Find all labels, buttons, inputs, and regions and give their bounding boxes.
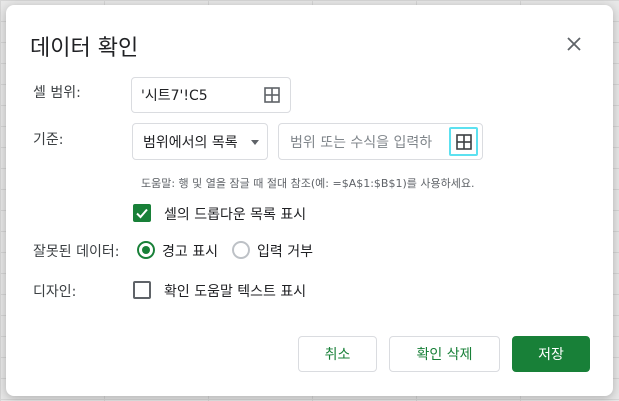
dialog-title: 데이터 확인 xyxy=(30,36,139,61)
radio-reject-input-label: 입력 거부 xyxy=(257,244,313,260)
cell-range-value: '시트7'!C5 xyxy=(141,88,208,104)
chevron-down-icon xyxy=(251,140,259,145)
criteria-formula-placeholder: 범위 또는 수식을 입력하 xyxy=(290,134,433,151)
grid-icon[interactable] xyxy=(263,86,281,104)
data-validation-dialog: 데이터 확인 셀 범위: '시트7'!C5 기준: 범위에서의 목록 범위 또는… xyxy=(6,5,613,396)
radio-show-warning-label: 경고 표시 xyxy=(162,244,218,260)
radio-show-warning[interactable] xyxy=(137,241,155,259)
show-dropdown-checkbox[interactable] xyxy=(133,204,151,222)
help-text-checkbox-label: 확인 도움말 텍스트 표시 xyxy=(164,284,307,300)
close-button[interactable] xyxy=(562,32,586,56)
appearance-label: 디자인: xyxy=(33,284,77,300)
select-range-button[interactable] xyxy=(449,127,478,156)
help-text-checkbox[interactable] xyxy=(133,281,151,299)
close-icon xyxy=(567,37,581,51)
criteria-help-text: 도움말: 행 및 열을 잠글 때 절대 참조(예: =$A$1:$B$1)를 사… xyxy=(141,177,475,190)
cell-range-label: 셀 범위: xyxy=(33,85,81,101)
cancel-button[interactable]: 취소 xyxy=(298,336,377,372)
criteria-label: 기준: xyxy=(33,132,64,148)
show-dropdown-label: 셀의 드롭다운 목록 표시 xyxy=(164,207,307,223)
radio-reject-input[interactable] xyxy=(232,241,250,259)
cell-range-input[interactable]: '시트7'!C5 xyxy=(131,77,291,113)
grid-icon xyxy=(455,133,472,150)
invalid-data-label: 잘못된 데이터: xyxy=(33,244,120,260)
remove-validation-button[interactable]: 확인 삭제 xyxy=(389,336,500,372)
check-icon xyxy=(136,208,148,219)
criteria-selected-option: 범위에서의 목록 xyxy=(143,134,238,151)
criteria-select[interactable]: 범위에서의 목록 xyxy=(132,123,268,160)
save-button[interactable]: 저장 xyxy=(512,336,590,372)
